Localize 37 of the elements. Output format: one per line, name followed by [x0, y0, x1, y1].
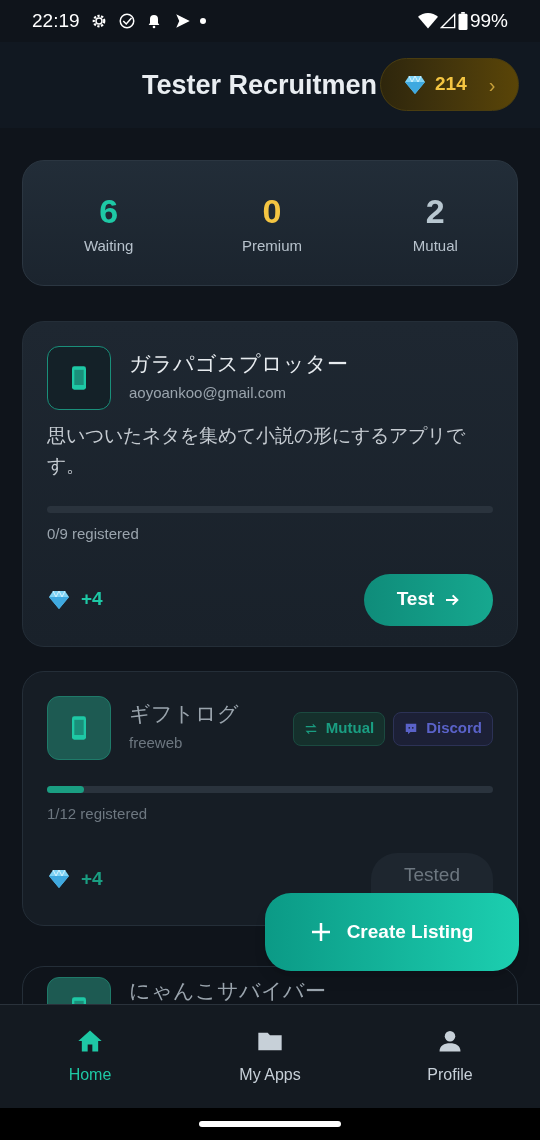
reward-amount: +4	[81, 587, 103, 612]
stat-value: 2	[425, 190, 445, 232]
nav-tab[interactable]: Home	[0, 1005, 180, 1108]
stat-value: 0	[262, 190, 282, 232]
tag-badge: Mutual	[292, 711, 386, 746]
stat-value: 6	[99, 190, 119, 232]
nav-tab[interactable]: Profile	[360, 1005, 540, 1108]
app-name: ギフトログ	[129, 700, 240, 728]
test-button[interactable]: Test	[364, 573, 493, 626]
wifi-icon	[417, 12, 438, 30]
stat-label: Waiting	[83, 235, 134, 256]
developer-email: freeweb	[129, 732, 184, 753]
stat-label: Premium	[242, 235, 302, 256]
dot-icon	[199, 18, 206, 24]
play-icon	[173, 12, 192, 30]
app-name: ガラパゴスプロッター	[129, 351, 349, 378]
plus-icon	[310, 922, 331, 942]
chat-icon	[404, 721, 419, 736]
check-circle-icon	[117, 12, 136, 30]
gem-balance-button[interactable]: 214 ›	[380, 58, 519, 111]
page-title: Tester Recruitmen	[142, 68, 378, 102]
swap-icon	[303, 721, 318, 736]
tag-badge: Discord	[393, 711, 493, 746]
app-description: 思いついたネタを集めて小説の形にするアプリです。	[47, 423, 466, 478]
home-indicator[interactable]	[199, 1121, 341, 1127]
app-name: にゃんこサバイバー	[129, 978, 327, 1004]
chevron-icon: ›	[488, 69, 496, 100]
status-time: 22:19	[32, 8, 80, 33]
reward-amount: +4	[81, 866, 103, 891]
nav-tab[interactable]: My Apps	[180, 1005, 360, 1108]
battery-icon	[457, 12, 468, 30]
developer-email: aoyoankoo@gmail.com	[129, 383, 287, 403]
progress-label: 0/9 registered	[47, 524, 140, 544]
signal-icon	[439, 13, 456, 29]
battery-percent: 99%	[469, 8, 508, 33]
stat-label: Mutual	[412, 235, 458, 256]
progress-label: 1/12 registered	[47, 803, 149, 824]
